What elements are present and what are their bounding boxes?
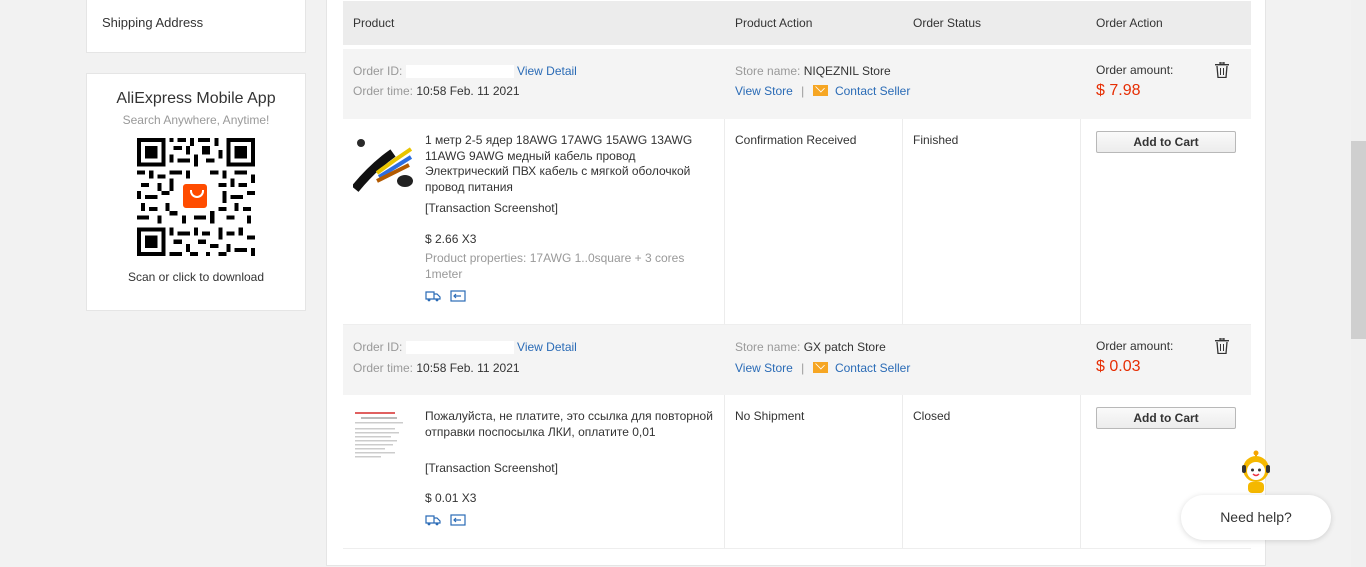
contact-seller-link[interactable]: Contact Seller: [835, 361, 910, 375]
order-time-value: 10:58 Feb. 11 2021: [416, 84, 520, 98]
header-product-action: Product Action: [735, 16, 813, 30]
trash-icon[interactable]: [1215, 338, 1229, 354]
transaction-screenshot-link[interactable]: [Transaction Screenshot]: [425, 461, 558, 475]
order-id-label: Order ID:: [353, 340, 403, 354]
order-status: Closed: [913, 409, 951, 423]
store-name-label: Store name:: [735, 340, 801, 354]
order-amount-value: $ 7.98: [1096, 82, 1141, 99]
contact-seller-link[interactable]: Contact Seller: [835, 84, 910, 98]
order-time-value: 10:58 Feb. 11 2021: [416, 361, 520, 375]
product-action-status: No Shipment: [735, 409, 805, 423]
store-name-value: GX patch Store: [803, 340, 886, 354]
shipping-address-link[interactable]: Shipping Address: [102, 15, 203, 30]
add-to-cart-button[interactable]: Add to Cart: [1096, 131, 1236, 153]
separator: |: [801, 361, 805, 375]
view-store-link[interactable]: View Store: [735, 84, 793, 98]
envelope-icon[interactable]: [812, 362, 828, 373]
product-title-link[interactable]: Пожалуйста, не платите, это ссылка для п…: [425, 409, 715, 440]
product-thumbnail-document[interactable]: [353, 409, 413, 467]
product-icons: [425, 514, 472, 529]
order-time-label: Order time:: [353, 361, 414, 375]
store-name-value: NIQEZNIL Store: [803, 64, 891, 78]
order-amount-label: Order amount:: [1096, 339, 1174, 353]
order-id-label: Order ID:: [353, 64, 403, 78]
product-properties: Product properties: 17AWG 1..0square + 3…: [425, 251, 685, 281]
header-order-action: Order Action: [1096, 16, 1163, 30]
price-quantity: $ 2.66 X3: [425, 232, 477, 246]
order-amount-label: Order amount:: [1096, 63, 1174, 77]
orders-panel: Product Product Action Order Status Orde…: [326, 0, 1266, 566]
order-id-value-redacted: [405, 341, 514, 355]
shipping-truck-icon[interactable]: [425, 290, 441, 302]
shipping-truck-icon[interactable]: [425, 514, 441, 526]
separator: |: [801, 84, 805, 98]
need-help-button[interactable]: Need help?: [1181, 495, 1331, 540]
store-name-label: Store name:: [735, 64, 801, 78]
order-time-label: Order time:: [353, 84, 414, 98]
order-amount-value: $ 0.03: [1096, 358, 1141, 375]
trash-icon[interactable]: [1215, 62, 1229, 78]
order-item-row: Пожалуйста, не платите, это ссылка для п…: [343, 395, 1251, 549]
transaction-screenshot-link[interactable]: [Transaction Screenshot]: [425, 201, 558, 215]
order-header: Order ID: View Detail Order time: 10:58 …: [343, 325, 1251, 395]
return-icon[interactable]: [450, 514, 466, 526]
qr-code[interactable]: [137, 138, 255, 256]
envelope-icon[interactable]: [812, 85, 828, 96]
view-detail-link[interactable]: View Detail: [517, 64, 577, 78]
scan-to-download-text[interactable]: Scan or click to download: [87, 270, 305, 284]
scrollbar-thumb[interactable]: [1351, 141, 1366, 339]
return-icon[interactable]: [450, 290, 466, 302]
product-thumbnail-cable[interactable]: [353, 137, 413, 195]
add-to-cart-button[interactable]: Add to Cart: [1096, 407, 1236, 429]
header-product: Product: [353, 16, 395, 30]
sidebar-shipping-box: Shipping Address: [86, 0, 306, 53]
order-status: Finished: [913, 133, 959, 147]
order-header: Order ID: View Detail Order time: 10:58 …: [343, 49, 1251, 119]
app-promo-subtitle: Search Anywhere, Anytime!: [122, 113, 270, 127]
view-store-link[interactable]: View Store: [735, 361, 793, 375]
view-detail-link[interactable]: View Detail: [517, 340, 577, 354]
aliexpress-logo-icon: [180, 181, 210, 211]
orders-table-header: Product Product Action Order Status Orde…: [343, 1, 1251, 45]
product-action-status: Confirmation Received: [735, 133, 857, 147]
order-id-value-redacted: [405, 65, 514, 79]
price-quantity: $ 0.01 X3: [425, 491, 477, 505]
header-order-status: Order Status: [913, 16, 982, 30]
app-promo-title: AliExpress Mobile App: [116, 90, 276, 107]
mobile-app-promo[interactable]: AliExpress Mobile App Search Anywhere, A…: [86, 73, 306, 311]
product-icons: [425, 290, 472, 305]
product-title-link[interactable]: 1 метр 2-5 ядер 18AWG 17AWG 15AWG 13AWG …: [425, 133, 715, 195]
order-item-row: 1 метр 2-5 ядер 18AWG 17AWG 15AWG 13AWG …: [343, 119, 1251, 325]
robot-assistant-icon[interactable]: [1233, 449, 1279, 495]
